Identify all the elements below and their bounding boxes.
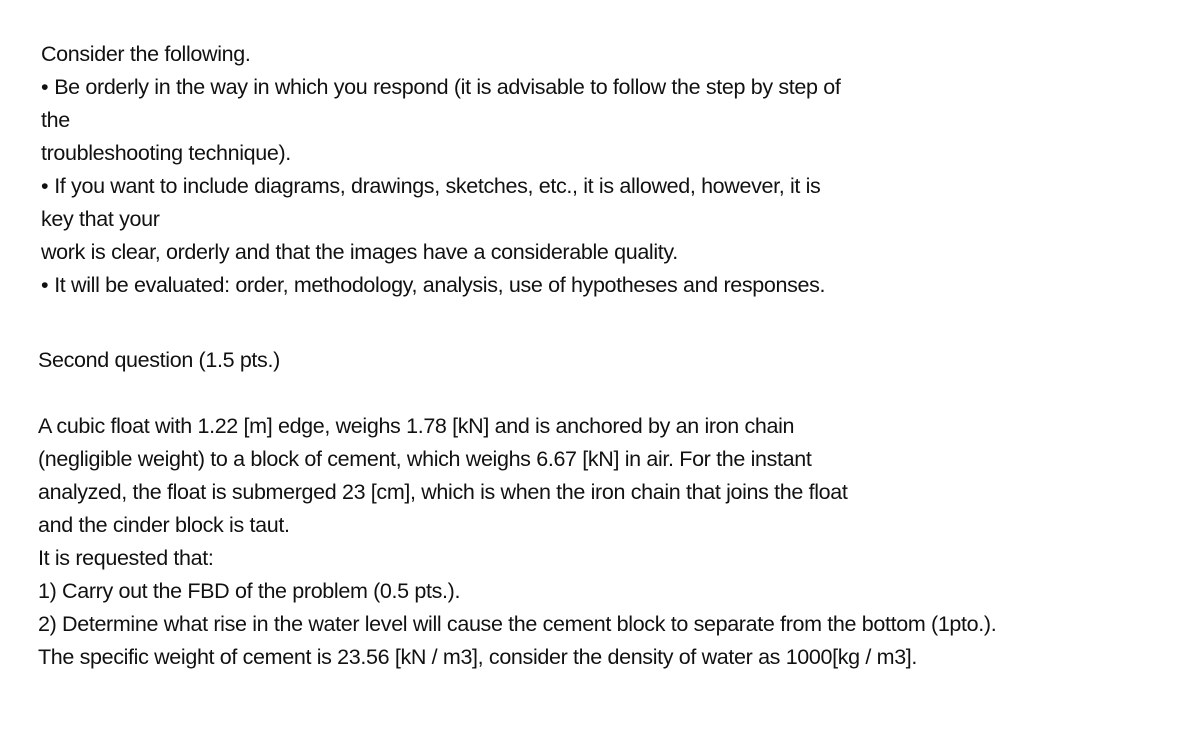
instruction-text: If you want to include diagrams, drawing… [54, 174, 821, 198]
instruction-text: Be orderly in the way in which you respo… [54, 75, 841, 99]
question-title: Second question (1.5 pts.) [38, 348, 280, 372]
statement-line: and the cinder block is taut. [38, 513, 290, 537]
bullet-icon: • [41, 273, 49, 297]
instruction-text-continuation: the [41, 108, 70, 132]
bullet-icon: • [41, 174, 49, 198]
statement-line: A cubic float with 1.22 [m] edge, weighs… [38, 414, 795, 438]
instruction-text-continuation: troubleshooting technique). [41, 141, 291, 165]
task-item-1: 1) Carry out the FBD of the problem (0.5… [38, 579, 461, 603]
instruction-bullet-item: • If you want to include diagrams, drawin… [41, 172, 821, 200]
instruction-text-continuation: work is clear, orderly and that the imag… [41, 240, 678, 264]
bullet-icon: • [41, 75, 49, 99]
instruction-bullet-item: • Be orderly in the way in which you resp… [41, 73, 841, 101]
given-data-line: The specific weight of cement is 23.56 [… [38, 645, 918, 669]
statement-line: analyzed, the float is submerged 23 [cm]… [38, 480, 848, 504]
statement-line: (negligible weight) to a block of cement… [38, 447, 812, 471]
task-item-2: 2) Determine what rise in the water leve… [38, 612, 997, 636]
instruction-bullet-item: • It will be evaluated: order, methodolog… [41, 271, 826, 299]
instructions-heading: Consider the following. [41, 42, 251, 66]
request-intro: It is requested that: [38, 546, 214, 570]
instruction-text: It will be evaluated: order, methodology… [54, 273, 826, 297]
instruction-text-continuation: key that your [41, 207, 160, 231]
